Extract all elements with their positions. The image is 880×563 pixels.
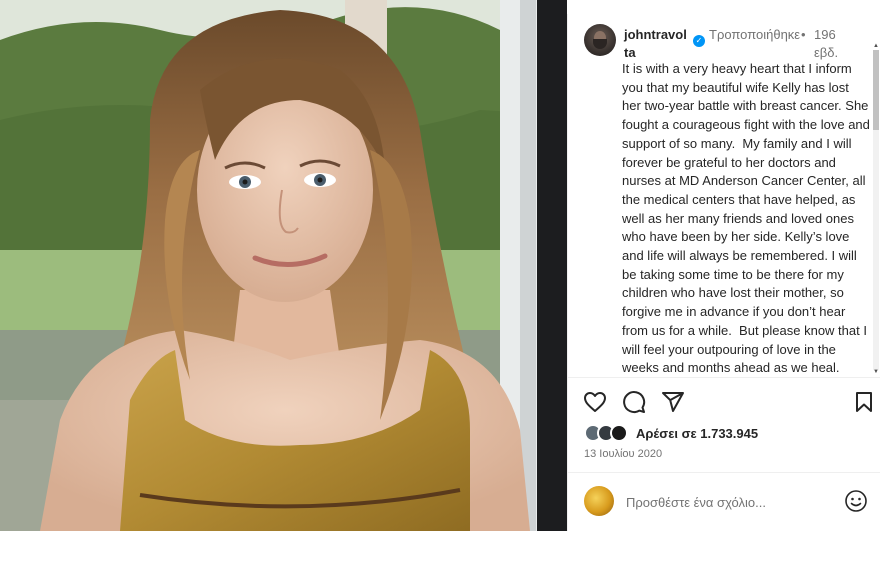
- liker-avatar: [610, 424, 628, 442]
- current-user-avatar: [584, 486, 614, 516]
- scroll-down-arrow-icon[interactable]: ▼: [873, 368, 879, 376]
- comment-divider: [568, 472, 880, 473]
- actions-divider: [568, 377, 880, 378]
- caption-scrollbar[interactable]: [873, 50, 879, 370]
- post-caption: It is with a very heavy heart that I inf…: [622, 61, 874, 376]
- comment-icon[interactable]: [622, 390, 648, 416]
- scrollbar-thumb[interactable]: [873, 50, 879, 130]
- send-icon[interactable]: [661, 390, 687, 416]
- author-username[interactable]: johntravolta: [624, 26, 690, 62]
- comment-composer: [568, 484, 880, 524]
- scroll-up-arrow-icon[interactable]: ▲: [873, 42, 879, 50]
- edited-label: Τροποποιήθηκε: [709, 27, 801, 42]
- post-actions: [568, 390, 880, 418]
- separator-dot: •: [801, 27, 806, 42]
- verified-badge-icon: ✓: [693, 35, 705, 47]
- post-date[interactable]: 13 Ιουλίου 2020: [584, 446, 662, 462]
- heart-icon[interactable]: [583, 390, 609, 416]
- author-avatar[interactable]: [584, 24, 616, 56]
- post-photo[interactable]: [0, 0, 567, 531]
- bookmark-icon[interactable]: [852, 390, 878, 416]
- likes-row[interactable]: Αρέσει σε 1.733.945: [584, 424, 874, 444]
- caption-scroll-area[interactable]: It is with a very heavy heart that I inf…: [568, 60, 880, 377]
- photo-illustration: [0, 0, 567, 531]
- comment-input[interactable]: [626, 492, 826, 512]
- likes-count[interactable]: Αρέσει σε 1.733.945: [636, 425, 758, 443]
- smiley-icon[interactable]: [844, 489, 868, 513]
- post-age[interactable]: 196 εβδ.: [814, 26, 854, 62]
- avatar-beard: [593, 39, 607, 49]
- post-panel: johntravolta ✓ Τροποποιήθηκε • 196 εβδ. …: [567, 14, 880, 531]
